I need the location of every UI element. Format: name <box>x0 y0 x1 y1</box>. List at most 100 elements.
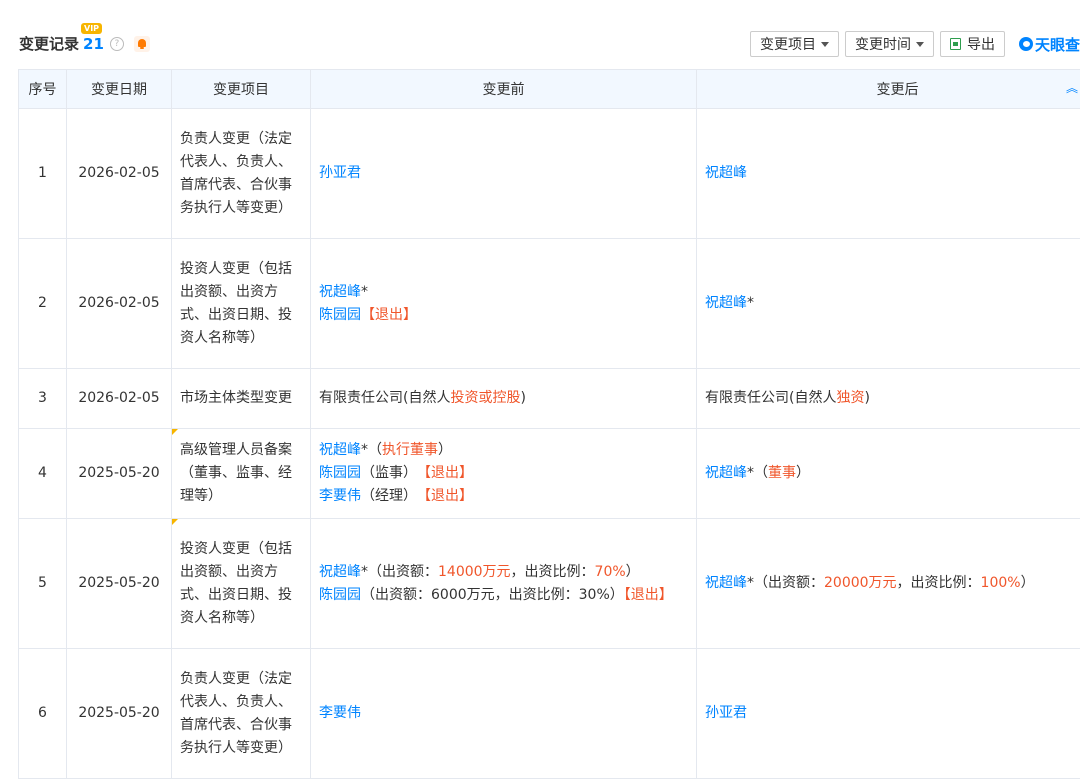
cell-text: ） <box>438 442 452 458</box>
person-link[interactable]: 祝超峰 <box>705 295 747 311</box>
highlight-text: 70% <box>594 563 626 580</box>
cell-text: *（出资额： <box>361 563 438 580</box>
highlight-text: 独资 <box>836 390 865 406</box>
cell-after: 祝超峰* <box>696 238 1080 369</box>
cell-text: （出资额：6000万元，出资比例：30%） <box>361 586 624 603</box>
cell-text: *（ <box>361 442 382 458</box>
cell-text: ，出资比例： <box>896 575 981 591</box>
filter-change-time-label: 变更时间 <box>854 37 911 53</box>
person-link[interactable]: 祝超峰 <box>319 442 361 458</box>
filter-change-item-label: 变更项目 <box>759 37 816 53</box>
brand-label: 天眼查 <box>1034 35 1080 54</box>
excel-icon <box>949 38 961 50</box>
highlight-text: 14000万元 <box>438 563 511 580</box>
table-row: 6 2025-05-20 负责人变更（法定代表人、负责人、首席代表、合伙事务执行人等… <box>18 648 1080 779</box>
highlight-text: 20000万元 <box>824 575 897 591</box>
cell-text: ） <box>796 465 810 481</box>
cell-change-item: 投资人变更（包括出资额、出资方式、出资日期、投资人名称等） <box>171 518 311 649</box>
cell-index: 5 <box>18 518 67 649</box>
cell-text: 有限责任公司(自然人 <box>319 390 451 406</box>
person-link[interactable]: 祝超峰 <box>319 564 361 580</box>
export-label: 导出 <box>966 37 995 53</box>
vip-badge: VIP <box>81 22 103 34</box>
person-link[interactable]: 陈园园 <box>319 587 361 603</box>
help-icon[interactable]: ? <box>109 36 124 51</box>
person-link[interactable]: 陈园园 <box>319 307 361 323</box>
person-link[interactable]: 李要伟 <box>319 488 361 504</box>
cell-text: * <box>361 283 368 300</box>
cell-change-item: 市场主体类型变更 <box>171 368 311 429</box>
person-link[interactable]: 祝超峰 <box>705 465 747 481</box>
cell-text: （监事） <box>361 465 424 481</box>
cell-after: 有限责任公司(自然人独资) <box>696 368 1080 429</box>
column-header-index: 序号 <box>18 69 67 109</box>
highlight-text: 执行董事 <box>382 442 438 458</box>
cell-before: 孙亚君 <box>310 108 697 239</box>
cell-text: *（ <box>747 465 768 481</box>
tianyancha-logo-icon <box>1018 37 1033 51</box>
toolbar: 变更项目 变更时间 导出 天眼查 <box>744 31 1080 57</box>
highlight-text: 【退出】 <box>424 488 473 504</box>
record-count-value: 21 <box>83 34 104 53</box>
column-header-after: 变更后 <box>696 69 1080 109</box>
cell-text: ，出资比例： <box>510 563 595 580</box>
cell-index: 6 <box>18 648 67 779</box>
cell-index: 4 <box>18 428 67 519</box>
highlight-text: 【退出】 <box>623 586 673 603</box>
person-link[interactable]: 陈园园 <box>319 465 361 481</box>
cell-text: 有限责任公司(自然人 <box>705 390 837 406</box>
cell-text: *（出资额： <box>747 575 824 591</box>
cell-date: 2025-05-20 <box>66 428 172 519</box>
record-count[interactable]: VIP 21 <box>81 22 104 53</box>
table-row: 5 2025-05-20 投资人变更（包括出资额、出资方式、出资日期、投资人名称等）… <box>18 518 1080 649</box>
cell-after: 孙亚君 <box>696 648 1080 779</box>
table-header-row: 序号 变更日期 变更项目 变更前 变更后 <box>18 69 1080 109</box>
person-link[interactable]: 李要伟 <box>319 705 361 721</box>
section-title: 变更记录 <box>19 35 80 53</box>
cell-before: 祝超峰*（执行董事） 陈园园（监事） 【退出】 李要伟（经理） 【退出】 <box>310 428 697 519</box>
cell-date: 2025-05-20 <box>66 518 172 649</box>
cell-text: * <box>747 295 754 311</box>
bell-icon[interactable] <box>133 35 150 52</box>
column-header-item: 变更项目 <box>171 69 311 109</box>
highlight-text: 【退出】 <box>424 465 473 481</box>
person-link[interactable]: 祝超峰 <box>705 575 747 591</box>
section-header: 变更记录 VIP 21 ? 变更项目 变更时间 导出 天眼查 <box>0 0 1080 70</box>
change-records-table: 序号 变更日期 变更项目 变更前 变更后 1 2026-02-05 负责人变更（法定… <box>18 69 1080 779</box>
cell-text: ) <box>520 390 526 406</box>
cell-before: 祝超峰* 陈园园【退出】 <box>310 238 697 369</box>
person-link[interactable]: 祝超峰 <box>705 165 747 181</box>
table-row: 2 2026-02-05 投资人变更（包括出资额、出资方式、出资日期、投资人名称等）… <box>18 238 1080 369</box>
cell-text: ） <box>625 563 640 580</box>
cell-index: 3 <box>18 368 67 429</box>
cell-after: 祝超峰*（董事） <box>696 428 1080 519</box>
export-button[interactable]: 导出 <box>939 31 1005 57</box>
cell-text: （经理） <box>361 488 424 504</box>
table-row: 3 2026-02-05 市场主体类型变更 有限责任公司(自然人投资或控股) 有限责任公… <box>18 368 1080 429</box>
cell-change-item: 负责人变更（法定代表人、负责人、首席代表、合伙事务执行人等变更） <box>171 648 311 779</box>
cell-date: 2026-02-05 <box>66 108 172 239</box>
filter-change-item-dropdown[interactable]: 变更项目 <box>749 31 839 57</box>
cell-date: 2025-05-20 <box>66 648 172 779</box>
table-body: 1 2026-02-05 负责人变更（法定代表人、负责人、首席代表、合伙事务执行人等… <box>18 108 1080 779</box>
cell-date: 2026-02-05 <box>66 368 172 429</box>
cell-change-item: 高级管理人员备案（董事、监事、经理等） <box>171 428 311 519</box>
cell-after: 祝超峰 <box>696 108 1080 239</box>
column-header-date: 变更日期 <box>66 69 172 109</box>
collapse-up-icon[interactable]: ︽ <box>1066 79 1078 96</box>
brand-logo: 天眼查 <box>1018 34 1080 55</box>
cell-before: 有限责任公司(自然人投资或控股) <box>310 368 697 429</box>
cell-change-item: 投资人变更（包括出资额、出资方式、出资日期、投资人名称等） <box>171 238 311 369</box>
filter-change-time-dropdown[interactable]: 变更时间 <box>844 31 934 57</box>
person-link[interactable]: 祝超峰 <box>319 284 361 300</box>
person-link[interactable]: 孙亚君 <box>705 705 747 721</box>
caret-down-icon <box>820 41 829 47</box>
cell-before: 祝超峰*（出资额：14000万元，出资比例：70%） 陈园园（出资额：6000万元… <box>310 518 697 649</box>
cell-text: ） <box>1020 575 1035 591</box>
column-header-before: 变更前 <box>310 69 697 109</box>
cell-after: 祝超峰*（出资额：20000万元，出资比例：100%） <box>696 518 1080 649</box>
highlight-text: 投资或控股 <box>450 390 521 406</box>
highlight-text: 董事 <box>768 465 796 481</box>
person-link[interactable]: 孙亚君 <box>319 165 361 181</box>
highlight-text: 【退出】 <box>361 306 417 323</box>
